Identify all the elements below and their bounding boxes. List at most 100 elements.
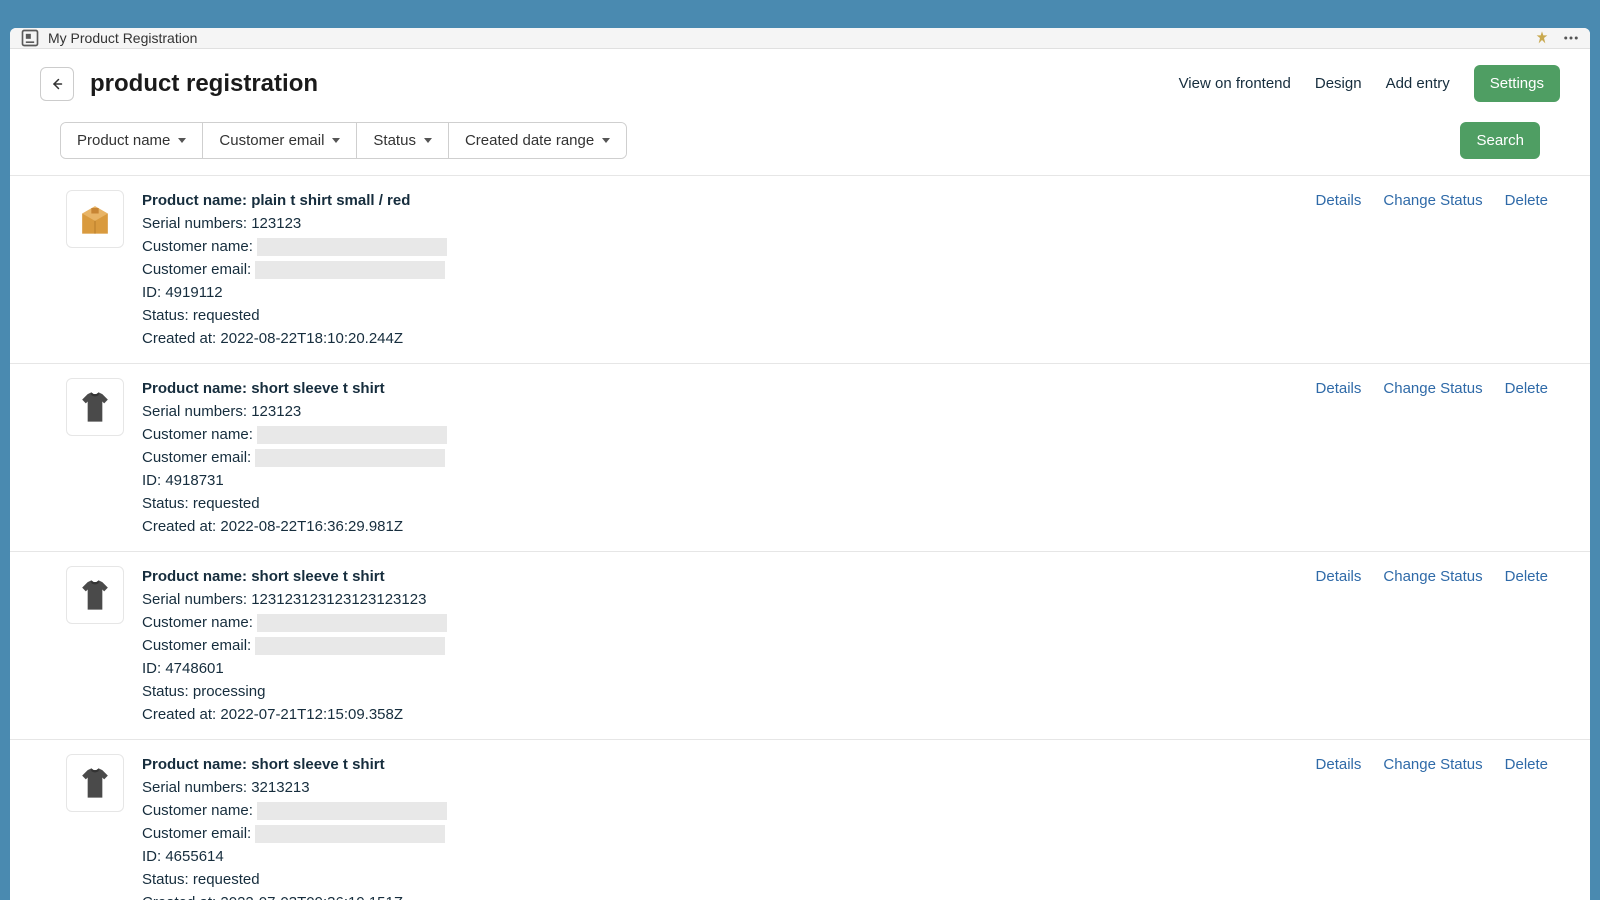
product-name-label: Product name: (142, 378, 247, 399)
caret-down-icon (424, 138, 432, 143)
customer-email-redacted (255, 449, 445, 467)
serial-numbers-value: 123123 (251, 213, 301, 234)
entry-thumbnail (66, 566, 124, 624)
customer-email-label: Customer email: (142, 635, 251, 656)
status-value: requested (193, 493, 260, 514)
status-label: Status: (142, 869, 189, 890)
app-name: My Product Registration (48, 30, 197, 46)
add-entry-link[interactable]: Add entry (1386, 75, 1450, 92)
delete-link[interactable]: Delete (1505, 380, 1548, 397)
serial-numbers-label: Serial numbers: (142, 589, 247, 610)
created-at-label: Created at: (142, 516, 216, 537)
id-label: ID: (142, 846, 161, 867)
created-at-value: 2022-07-21T12:15:09.358Z (220, 704, 403, 725)
entry-thumbnail (66, 378, 124, 436)
serial-numbers-label: Serial numbers: (142, 213, 247, 234)
status-label: Status: (142, 681, 189, 702)
product-name-value: short sleeve t shirt (251, 378, 384, 399)
filter-status-label: Status (373, 132, 416, 149)
customer-name-label: Customer name: (142, 424, 253, 445)
change-status-link[interactable]: Change Status (1383, 568, 1482, 585)
serial-numbers-label: Serial numbers: (142, 401, 247, 422)
change-status-link[interactable]: Change Status (1383, 192, 1482, 209)
customer-email-label: Customer email: (142, 447, 251, 468)
change-status-link[interactable]: Change Status (1383, 380, 1482, 397)
customer-email-label: Customer email: (142, 823, 251, 844)
id-label: ID: (142, 470, 161, 491)
product-name-value: short sleeve t shirt (251, 566, 384, 587)
created-at-value: 2022-08-22T16:36:29.981Z (220, 516, 403, 537)
customer-name-redacted (257, 426, 447, 444)
filter-created-range-label: Created date range (465, 132, 594, 149)
app-logo-icon (20, 28, 40, 48)
entry-row: Product name: short sleeve t shirt Seria… (10, 552, 1590, 740)
customer-name-redacted (257, 238, 447, 256)
customer-email-redacted (255, 261, 445, 279)
details-link[interactable]: Details (1316, 568, 1362, 585)
id-value: 4748601 (165, 658, 223, 679)
serial-numbers-value: 123123123123123123123 (251, 589, 426, 610)
entries-list: Product name: plain t shirt small / red … (10, 175, 1590, 900)
filter-product-name[interactable]: Product name (61, 123, 203, 158)
topbar: My Product Registration (10, 28, 1590, 49)
customer-email-label: Customer email: (142, 259, 251, 280)
view-on-frontend-link[interactable]: View on frontend (1179, 75, 1291, 92)
product-name-value: plain t shirt small / red (251, 190, 410, 211)
customer-name-label: Customer name: (142, 800, 253, 821)
more-menu-icon[interactable] (1562, 29, 1580, 47)
filter-bar: Product name Customer email Status Creat… (10, 118, 1590, 175)
created-at-label: Created at: (142, 704, 216, 725)
details-link[interactable]: Details (1316, 380, 1362, 397)
page-header: product registration View on frontend De… (10, 49, 1590, 118)
id-value: 4918731 (165, 470, 223, 491)
details-link[interactable]: Details (1316, 756, 1362, 773)
status-value: requested (193, 305, 260, 326)
details-link[interactable]: Details (1316, 192, 1362, 209)
caret-down-icon (178, 138, 186, 143)
delete-link[interactable]: Delete (1505, 192, 1548, 209)
filter-created-date-range[interactable]: Created date range (449, 123, 626, 158)
design-link[interactable]: Design (1315, 75, 1362, 92)
filter-customer-email[interactable]: Customer email (203, 123, 357, 158)
settings-button[interactable]: Settings (1474, 65, 1560, 102)
entry-row: Product name: short sleeve t shirt Seria… (10, 364, 1590, 552)
status-value: processing (193, 681, 266, 702)
id-value: 4655614 (165, 846, 223, 867)
entry-thumbnail (66, 190, 124, 248)
id-value: 4919112 (165, 282, 222, 303)
delete-link[interactable]: Delete (1505, 568, 1548, 585)
id-label: ID: (142, 282, 161, 303)
page-title: product registration (90, 70, 1179, 98)
created-at-label: Created at: (142, 328, 216, 349)
status-label: Status: (142, 305, 189, 326)
created-at-value: 2022-08-22T18:10:20.244Z (220, 328, 403, 349)
entry-row: Product name: plain t shirt small / red … (10, 176, 1590, 364)
back-button[interactable] (40, 67, 74, 101)
entry-thumbnail (66, 754, 124, 812)
customer-name-redacted (257, 802, 447, 820)
id-label: ID: (142, 658, 161, 679)
serial-numbers-value: 123123 (251, 401, 301, 422)
customer-name-label: Customer name: (142, 236, 253, 257)
change-status-link[interactable]: Change Status (1383, 756, 1482, 773)
product-name-label: Product name: (142, 754, 247, 775)
entry-row: Product name: short sleeve t shirt Seria… (10, 740, 1590, 900)
customer-name-label: Customer name: (142, 612, 253, 633)
delete-link[interactable]: Delete (1505, 756, 1548, 773)
pin-icon[interactable] (1534, 30, 1550, 46)
serial-numbers-value: 3213213 (251, 777, 309, 798)
created-at-label: Created at: (142, 892, 216, 900)
search-button[interactable]: Search (1460, 122, 1540, 159)
created-at-value: 2022-07-03T09:36:19.151Z (220, 892, 403, 900)
caret-down-icon (332, 138, 340, 143)
serial-numbers-label: Serial numbers: (142, 777, 247, 798)
filter-product-name-label: Product name (77, 132, 170, 149)
filter-status[interactable]: Status (357, 123, 449, 158)
customer-email-redacted (255, 637, 445, 655)
customer-name-redacted (257, 614, 447, 632)
status-label: Status: (142, 493, 189, 514)
status-value: requested (193, 869, 260, 890)
caret-down-icon (602, 138, 610, 143)
product-name-label: Product name: (142, 566, 247, 587)
filter-customer-email-label: Customer email (219, 132, 324, 149)
